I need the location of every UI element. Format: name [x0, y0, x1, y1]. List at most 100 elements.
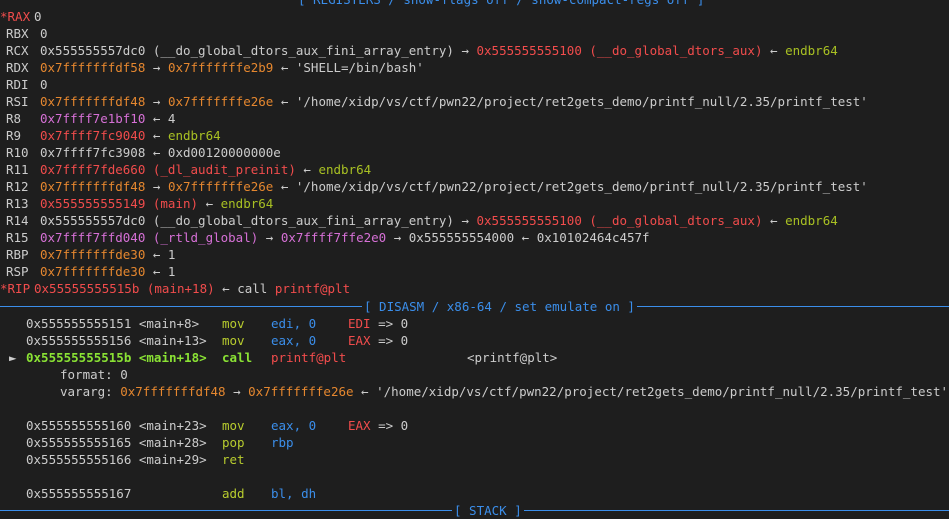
register-row: R12 0x7fffffffdf48 → 0x7fffffffe26e ← '/h…: [0, 178, 868, 195]
call-argument-value: →: [225, 384, 249, 399]
call-argument: format: 0: [60, 366, 128, 383]
disasm-header: [ DISASM / x86-64 / set emulate on ]: [362, 298, 637, 315]
register-value: ←: [762, 43, 786, 58]
register-name: R8: [6, 111, 22, 126]
register-row: R11 0x7ffff7fde660 (_dl_audit_preinit) ← …: [0, 161, 371, 178]
disasm-row: 0x555555555156 <main+13> mov eax, 0 EAX => …: [0, 332, 408, 349]
register-value: 0x7fffffffde30: [40, 247, 146, 262]
register-value: →: [145, 179, 168, 194]
register-value: 0x7fffffffe2b9: [167, 60, 274, 75]
register-row: *RAX 0: [0, 8, 42, 25]
register-name: R14: [6, 213, 29, 228]
instruction-address: 0x555555555165 <main+28>: [26, 435, 207, 450]
register-name: *RIP: [0, 281, 31, 296]
register-row: R8 0x7ffff7e1bf10 ← 4: [0, 110, 175, 127]
register-value: 0x7fffffffe26e: [167, 94, 274, 109]
instruction-operands: printf@plt: [271, 350, 347, 365]
register-value: ←: [145, 128, 168, 143]
register-value: ← 1: [145, 264, 176, 279]
call-argument-value: 0x7fffffffe26e: [248, 384, 354, 399]
register-value: ←: [198, 196, 221, 211]
register-value: →: [145, 60, 168, 75]
register-value: 0x7fffffffdf58: [40, 60, 146, 75]
register-value: 0x555555555100 (__do_global_dtors_aux): [476, 43, 763, 58]
register-value: 0x7ffff7e1bf10: [40, 111, 146, 126]
disasm-row: 0x555555555167 add bl, dh: [0, 485, 348, 502]
disasm-separator: [ DISASM / x86-64 / set emulate on ]: [0, 298, 949, 315]
register-value: endbr64: [785, 213, 838, 228]
register-name: R15: [6, 230, 29, 245]
instruction-comment: EDI => 0: [348, 316, 409, 331]
register-row: RBX 0: [0, 25, 48, 42]
register-value: ← 'SHELL=/bin/bash': [273, 60, 424, 75]
current-instruction-marker: ►: [9, 350, 17, 365]
register-name: RSI: [6, 94, 29, 109]
register-value: 0x555555557dc0 (__do_global_dtors_aux_fi…: [40, 43, 462, 58]
register-name: R11: [6, 162, 29, 177]
register-value: →: [258, 230, 281, 245]
register-row: RBP 0x7fffffffde30 ← 1: [0, 246, 175, 263]
register-value: ← '/home/xidp/vs/ctf/pwn22/project/ret2g…: [273, 94, 868, 109]
register-value: → 0x555555554000 ← 0x10102464c457f: [386, 230, 650, 245]
call-argument-label: vararg:: [60, 384, 121, 399]
register-value: 0: [40, 77, 48, 92]
register-name: R12: [6, 179, 29, 194]
register-value: 0x55555555515b (main+18): [34, 281, 215, 296]
register-name: R9: [6, 128, 22, 143]
disasm-current-row: ► 0x55555555515b <main+18> call printf@plt <…: [0, 349, 557, 366]
register-name: RBX: [6, 26, 29, 41]
register-row: *RIP 0x55555555515b (main+18) ← call prin…: [0, 280, 350, 297]
register-value: endbr64: [785, 43, 838, 58]
terminal-window: [ REGISTERS / show-flags off / show-comp…: [0, 0, 949, 519]
instruction-operands: eax, 0: [271, 333, 317, 348]
register-value: ← 1: [145, 247, 176, 262]
register-value: ← call: [214, 281, 275, 296]
call-argument-text: format: 0: [60, 367, 128, 382]
register-value: 0: [34, 9, 42, 24]
register-value: endbr64: [167, 128, 221, 143]
register-row: R14 0x555555557dc0 (__do_global_dtors_aux…: [0, 212, 838, 229]
disasm-row: 0x555555555165 <main+28> pop rbp: [0, 434, 348, 451]
register-name: R10: [6, 145, 29, 160]
register-value: →: [461, 43, 477, 58]
register-name: RBP: [6, 247, 29, 262]
register-row: RDI 0: [0, 76, 48, 93]
instruction-mnemonic: mov: [222, 316, 245, 331]
register-value: 0x7ffff7ffd040 (_rtld_global): [40, 230, 259, 245]
register-value: 0x7fffffffdf48: [40, 94, 146, 109]
register-name: RDX: [6, 60, 29, 75]
register-name: *RAX: [0, 9, 31, 24]
register-name: RCX: [6, 43, 29, 58]
register-value: 0x7fffffffde30: [40, 264, 146, 279]
instruction-address: 0x555555555167: [26, 486, 132, 501]
disasm-row: 0x555555555160 <main+23> mov eax, 0 EAX => …: [0, 417, 408, 434]
register-value: 0x7fffffffe26e: [167, 179, 274, 194]
call-argument-value: 0x7fffffffdf48: [120, 384, 226, 399]
register-value: ← 4: [145, 111, 176, 126]
register-value: 0: [40, 26, 48, 41]
instruction-mnemonic: call: [222, 350, 253, 365]
register-value: 0x7ffff7fc9040: [40, 128, 146, 143]
disasm-row: 0x555555555151 <main+8> mov edi, 0 EDI => 0: [0, 315, 408, 332]
register-name: R13: [6, 196, 29, 211]
register-row: R13 0x555555555149 (main) ← endbr64: [0, 195, 273, 212]
register-row: R10 0x7ffff7fc3908 ← 0xd00120000000e: [0, 144, 281, 161]
register-row: RDX 0x7fffffffdf58 → 0x7fffffffe2b9 ← 'SH…: [0, 59, 424, 76]
instruction-mnemonic: ret: [222, 452, 245, 467]
instruction-operands: eax, 0: [271, 418, 317, 433]
instruction-operands: bl, dh: [271, 486, 317, 501]
instruction-mnemonic: pop: [222, 435, 245, 450]
instruction-address: 0x555555555160 <main+23>: [26, 418, 207, 433]
disasm-row: 0x555555555166 <main+29> ret: [0, 451, 271, 468]
register-value: 0x7ffff7fde660 (_dl_audit_preinit): [40, 162, 296, 177]
instruction-comment: EAX => 0: [348, 333, 409, 348]
register-value: 0x7ffff7ffe2e0: [280, 230, 387, 245]
register-value: ←: [295, 162, 319, 177]
register-value: printf@plt: [274, 281, 351, 296]
register-value: →: [145, 94, 168, 109]
register-row: R15 0x7ffff7ffd040 (_rtld_global) → 0x7ff…: [0, 229, 650, 246]
instruction-address: 0x555555555151 <main+8>: [26, 316, 200, 331]
register-value: ←: [762, 213, 786, 228]
registers-header: [ REGISTERS / show-flags off / show-comp…: [296, 0, 707, 8]
register-value: ← '/home/xidp/vs/ctf/pwn22/project/ret2g…: [273, 179, 868, 194]
